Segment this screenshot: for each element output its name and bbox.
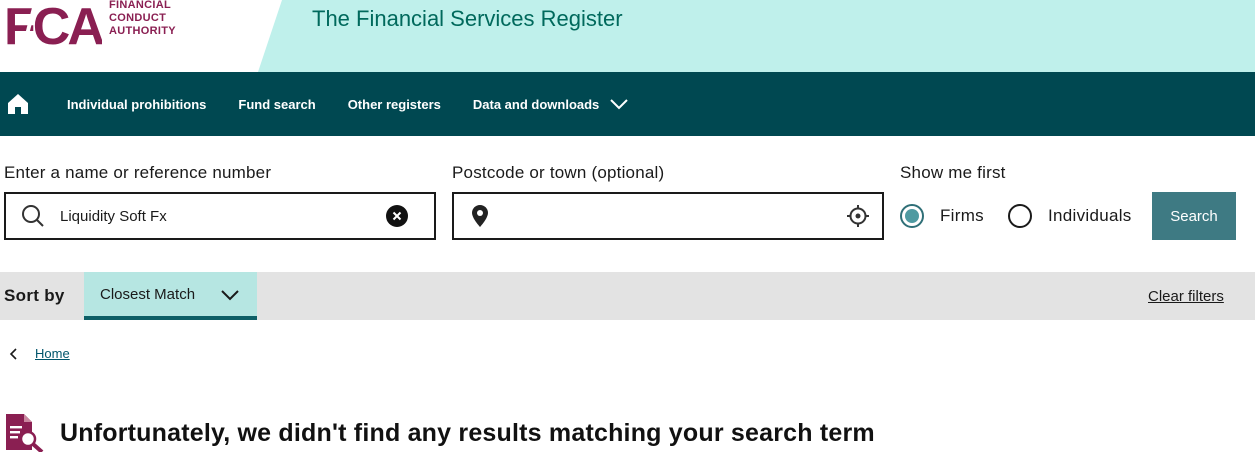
radio-selected-dot <box>905 209 919 223</box>
show-me-first-label: Show me first <box>900 163 1006 182</box>
logo-line: AUTHORITY <box>109 25 176 37</box>
name-search-box[interactable] <box>4 192 436 240</box>
no-results-message: Unfortunately, we didn't find any result… <box>4 414 875 452</box>
nav-item-individual-prohibitions[interactable]: Individual prohibitions <box>67 97 206 112</box>
logo-wordmark: FINANCIAL CONDUCT AUTHORITY <box>109 0 176 38</box>
location-search-input[interactable] <box>502 196 832 236</box>
home-icon <box>8 94 28 114</box>
search-form: Enter a name or reference number Postcod… <box>0 136 1255 272</box>
fca-logo[interactable]: FCA FINANCIAL CONDUCT AUTHORITY <box>4 0 176 46</box>
sort-selected-value: Closest Match <box>100 285 196 303</box>
clear-input-icon[interactable] <box>386 205 408 227</box>
document-search-icon <box>6 414 44 452</box>
clear-filters-link[interactable]: Clear filters <box>1148 288 1224 305</box>
nav-item-label: Data and downloads <box>472 96 600 112</box>
chevron-down-icon <box>609 98 629 110</box>
chevron-left-icon <box>8 347 18 361</box>
sort-label: Sort by <box>4 286 65 305</box>
name-field-label: Enter a name or reference number <box>4 163 272 182</box>
breadcrumb: Home <box>0 346 70 361</box>
sort-bar: Sort by Closest Match Clear filters <box>0 272 1255 320</box>
radio-label-individuals[interactable]: Individuals <box>1048 206 1132 226</box>
chevron-down-icon <box>220 288 240 306</box>
nav-item-data-and-downloads[interactable]: Data and downloads <box>473 97 629 112</box>
nav-home[interactable] <box>2 88 34 120</box>
nav-item-label: Fund search <box>238 96 316 112</box>
header-band <box>258 0 1255 72</box>
breadcrumb-home-link[interactable]: Home <box>35 346 70 361</box>
location-pin-icon <box>472 205 488 227</box>
show-me-first-options: Firms Individuals <box>900 204 1132 228</box>
sort-dropdown[interactable]: Closest Match <box>84 272 257 320</box>
radio-firms[interactable] <box>900 204 924 228</box>
no-results-text: Unfortunately, we didn't find any result… <box>60 418 875 447</box>
location-search-box[interactable] <box>452 192 884 240</box>
radio-label-firms[interactable]: Firms <box>940 206 984 226</box>
name-search-input[interactable] <box>60 196 380 236</box>
crosshair-icon[interactable] <box>846 204 870 228</box>
search-icon <box>21 204 45 228</box>
site-title: The Financial Services Register <box>312 6 623 31</box>
site-header: FCA FINANCIAL CONDUCT AUTHORITY The Fina… <box>0 0 1255 72</box>
nav-item-other-registers[interactable]: Other registers <box>348 97 441 112</box>
radio-individuals[interactable] <box>1007 204 1032 228</box>
logo-line: CONDUCT <box>109 12 167 24</box>
logo-line: FINANCIAL <box>109 0 171 11</box>
logo-mark-text: FCA <box>4 0 102 46</box>
nav-item-label: Other registers <box>347 96 441 112</box>
search-button[interactable]: Search <box>1152 192 1236 240</box>
location-field-label: Postcode or town (optional) <box>452 163 665 182</box>
main-nav: Individual prohibitions Fund search Othe… <box>0 72 1255 136</box>
nav-item-fund-search[interactable]: Fund search <box>238 97 315 112</box>
nav-item-label: Individual prohibitions <box>67 96 207 112</box>
fca-logo-mark: FCA <box>4 0 102 46</box>
